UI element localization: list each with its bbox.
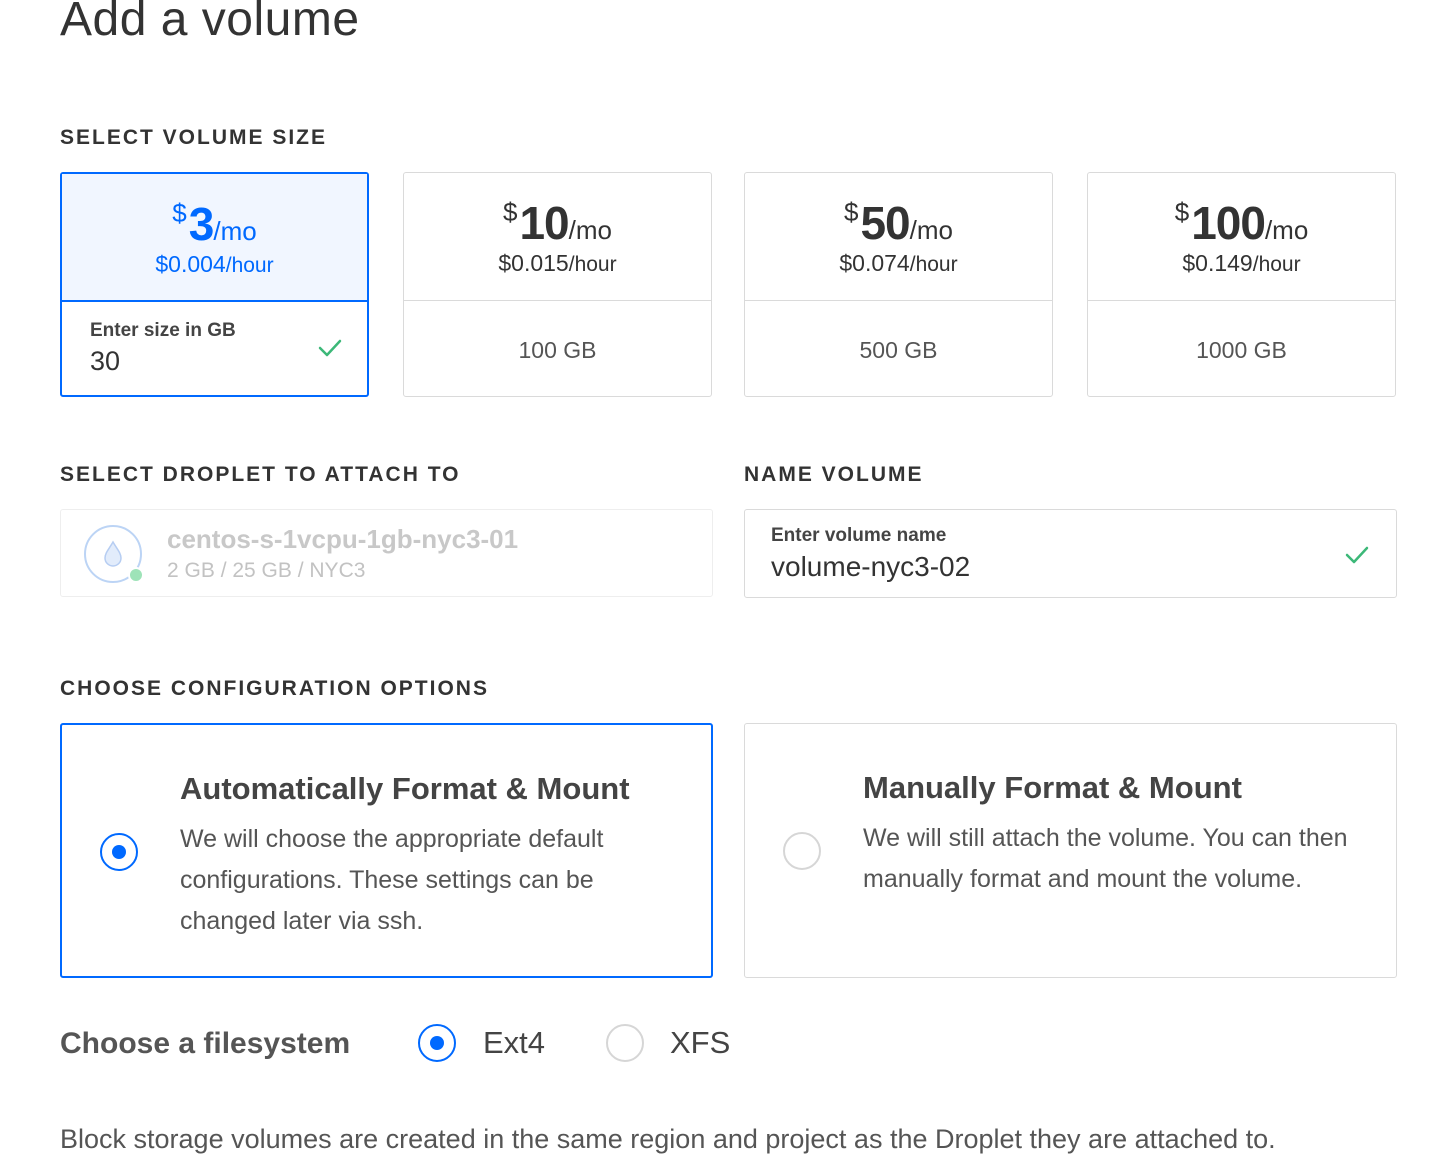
droplet-selector[interactable]: centos-s-1vcpu-1gb-nyc3-01 2 GB / 25 GB … (60, 509, 713, 597)
hourly-price: $0.004/hour (155, 251, 274, 277)
config-option-title: Manually Format & Mount (863, 770, 1242, 805)
hourly-price: $0.015/hour (498, 250, 617, 276)
filesystem-xfs-radio[interactable] (606, 1024, 644, 1062)
config-option-title: Automatically Format & Mount (180, 771, 630, 806)
size-gb-label: 100 GB (518, 337, 597, 363)
section-label-name: NAME VOLUME (744, 463, 924, 486)
page-title: Add a volume (60, 0, 360, 46)
check-icon (1345, 546, 1369, 564)
add-volume-page: Add a volume SELECT VOLUME SIZE $3/mo $0… (0, 0, 1440, 1161)
size-option-100[interactable]: $100/mo $0.149/hour 1000 GB (1087, 172, 1396, 397)
check-icon (318, 339, 342, 357)
monthly-price: $10/mo (503, 197, 612, 249)
size-gb-input[interactable]: Enter size in GB 30 (62, 302, 367, 397)
config-option-description: We will still attach the volume. You can… (863, 824, 1348, 893)
monthly-price: $3/mo (172, 198, 257, 250)
config-manual-radio[interactable] (783, 832, 821, 870)
size-price: $10/mo $0.015/hour (404, 173, 711, 301)
filesystem-ext4-radio[interactable] (418, 1024, 456, 1062)
monthly-price: $50/mo (844, 197, 953, 249)
hourly-price: $0.149/hour (1182, 250, 1301, 276)
hourly-price: $0.074/hour (839, 250, 958, 276)
section-label-size: SELECT VOLUME SIZE (60, 126, 328, 149)
config-option-manual[interactable]: Manually Format & Mount We will still at… (744, 723, 1397, 978)
filesystem-label: Choose a filesystem (60, 1027, 351, 1060)
droplet-name: centos-s-1vcpu-1gb-nyc3-01 (167, 524, 519, 554)
size-price: $50/mo $0.074/hour (745, 173, 1052, 301)
monthly-price: $100/mo (1174, 197, 1309, 249)
size-price: $100/mo $0.149/hour (1088, 173, 1395, 301)
volume-name-input[interactable]: volume-nyc3-02 (771, 551, 970, 583)
filesystem-xfs-label[interactable]: XFS (670, 1025, 730, 1061)
droplet-icon (84, 525, 144, 583)
volume-name-label: Enter volume name (771, 525, 947, 546)
footer-note: Block storage volumes are created in the… (60, 1124, 1276, 1154)
size-price: $3/mo $0.004/hour (62, 174, 367, 302)
size-option-3[interactable]: $3/mo $0.004/hour Enter size in GB 30 (60, 172, 369, 397)
volume-name-field[interactable]: Enter volume name volume-nyc3-02 (744, 509, 1397, 598)
filesystem-ext4-label[interactable]: Ext4 (483, 1025, 545, 1061)
section-label-config: CHOOSE CONFIGURATION OPTIONS (60, 677, 489, 700)
config-option-auto[interactable]: Automatically Format & Mount We will cho… (60, 723, 713, 978)
config-option-description: We will choose the appropriate default c… (180, 825, 604, 935)
section-label-droplet: SELECT DROPLET TO ATTACH TO (60, 463, 461, 486)
config-auto-radio[interactable] (100, 833, 138, 871)
size-gb-label: 500 GB (859, 337, 938, 363)
size-gb-label: 1000 GB (1196, 337, 1287, 363)
size-option-10[interactable]: $10/mo $0.015/hour 100 GB (403, 172, 712, 397)
size-option-50[interactable]: $50/mo $0.074/hour 500 GB (744, 172, 1053, 397)
droplet-specs: 2 GB / 25 GB / NYC3 (167, 559, 366, 582)
